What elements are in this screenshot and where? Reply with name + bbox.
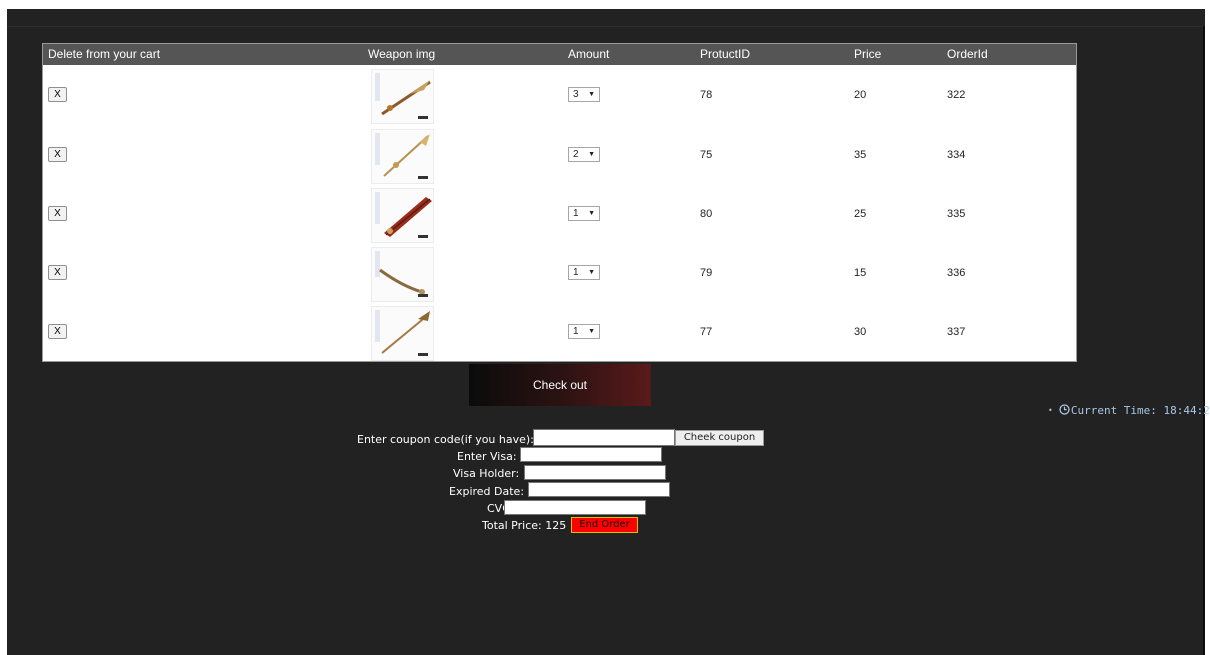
- weapon-image: [371, 306, 434, 361]
- amount-select[interactable]: 1 ▼: [568, 265, 600, 280]
- right-edge: [1203, 26, 1205, 655]
- coupon-input[interactable]: [533, 429, 675, 446]
- amount-value: 1: [573, 326, 579, 337]
- price: 20: [854, 89, 867, 101]
- current-time-value: 18:44:26: [1163, 404, 1210, 417]
- total-price: Total Price: 125: [482, 519, 566, 532]
- product-id: 78: [700, 89, 713, 101]
- visa-holder-label: Visa Holder:: [453, 467, 520, 480]
- amount-select[interactable]: 3 ▼: [568, 87, 600, 102]
- order-id: 322: [947, 89, 966, 101]
- sabre-icon: [375, 251, 428, 297]
- order-id: 334: [947, 149, 966, 161]
- chevron-down-icon: ▼: [588, 210, 595, 217]
- chevron-down-icon: ▼: [588, 91, 595, 98]
- remove-item-button[interactable]: X: [48, 324, 67, 339]
- table-row: X 1 ▼ 77 30 337: [43, 303, 1076, 362]
- weapon-image: [371, 247, 434, 302]
- price: 15: [854, 267, 867, 279]
- remove-item-button[interactable]: X: [48, 147, 67, 162]
- chevron-down-icon: ▼: [588, 151, 595, 158]
- current-time: • Current Time: 18:44:26: [1048, 404, 1210, 417]
- greatsword-icon: [375, 192, 432, 238]
- bullet: •: [1048, 406, 1053, 415]
- amount-value: 3: [573, 89, 579, 100]
- weapon-image: [371, 69, 434, 124]
- header-weapon-img: Weapon img: [368, 47, 436, 61]
- price: 30: [854, 326, 867, 338]
- amount-select[interactable]: 2 ▼: [568, 147, 600, 162]
- table-row: X 2 ▼ 75 35 334: [43, 126, 1076, 185]
- product-id: 80: [700, 208, 713, 220]
- polearm-icon: [375, 310, 430, 356]
- cart-table-header: Delete from your cart Weapon img Amount …: [43, 44, 1076, 65]
- visa-label: Enter Visa:: [457, 450, 517, 463]
- cart-table: Delete from your cart Weapon img Amount …: [42, 43, 1077, 362]
- expiry-input[interactable]: [528, 482, 670, 497]
- coupon-label: Enter coupon code(if you have):: [357, 433, 534, 446]
- checkout-button[interactable]: Check out: [469, 364, 651, 406]
- visa-input[interactable]: [520, 447, 662, 462]
- remove-item-button[interactable]: X: [48, 87, 67, 102]
- price: 25: [854, 208, 867, 220]
- header-delete: Delete from your cart: [48, 47, 161, 61]
- product-id: 75: [700, 149, 713, 161]
- amount-select[interactable]: 1 ▼: [568, 324, 600, 339]
- weapon-image: [371, 129, 434, 184]
- expiry-label: Expired Date:: [449, 485, 525, 498]
- price: 35: [854, 149, 867, 161]
- weapon-image: [371, 188, 434, 243]
- check-coupon-button[interactable]: Cheek coupon: [675, 430, 764, 446]
- table-row: X 3 ▼ 78 20 322: [43, 66, 1076, 125]
- end-order-button[interactable]: End Order: [571, 517, 638, 533]
- top-divider: [7, 26, 1205, 27]
- remove-item-button[interactable]: X: [48, 265, 67, 280]
- current-time-label: Current Time:: [1070, 404, 1157, 417]
- order-id: 335: [947, 208, 966, 220]
- chevron-down-icon: ▼: [588, 269, 595, 276]
- order-id: 337: [947, 326, 966, 338]
- total-price-label: Total Price:: [482, 519, 542, 532]
- sword-icon: [375, 73, 431, 119]
- header-price: Price: [854, 47, 882, 61]
- product-id: 77: [700, 326, 713, 338]
- header-product-id: ProtuctID: [700, 47, 751, 61]
- order-id: 336: [947, 267, 966, 279]
- cvc-input[interactable]: [504, 500, 646, 515]
- table-row: X 1 ▼ 80 25 335: [43, 185, 1076, 244]
- amount-value: 2: [573, 149, 579, 160]
- header-order-id: OrderId: [947, 47, 988, 61]
- amount-select[interactable]: 1 ▼: [568, 206, 600, 221]
- spear-icon: [375, 133, 430, 179]
- product-id: 79: [700, 267, 713, 279]
- amount-value: 1: [573, 267, 579, 278]
- total-price-value: 125: [545, 519, 567, 532]
- remove-item-button[interactable]: X: [48, 206, 67, 221]
- visa-holder-input[interactable]: [524, 465, 666, 480]
- chevron-down-icon: ▼: [588, 328, 595, 335]
- table-row: X 1 ▼ 79 15 336: [43, 244, 1076, 303]
- clock-icon: [1059, 404, 1070, 415]
- header-amount: Amount: [568, 47, 610, 61]
- amount-value: 1: [573, 208, 579, 219]
